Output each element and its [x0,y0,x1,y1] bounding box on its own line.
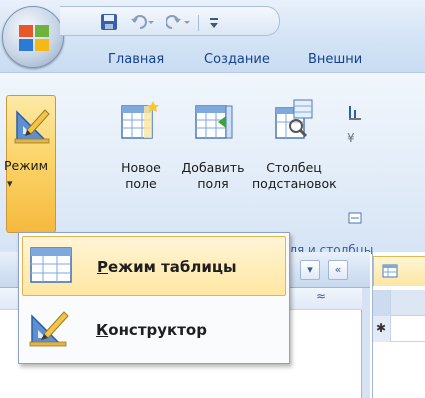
ribbon-tabs: Главная Создание Внешни [0,48,425,72]
table-tab-icon [382,264,398,278]
nav-collapse-icon[interactable]: « [328,260,348,280]
record-selector[interactable]: ✱ [373,316,391,342]
menu-item-datasheet-label: Режим таблицы [97,258,237,276]
format-icon[interactable]: ¥ [346,128,364,146]
save-icon[interactable] [100,13,118,31]
qat-separator [198,15,199,31]
text-format-icon[interactable] [346,104,364,122]
table-new-column-icon [121,101,159,139]
customize-qat-icon[interactable] [208,13,220,31]
datasheet-view-icon [30,247,72,283]
table-add-fields-icon [195,105,233,139]
redo-icon[interactable] [166,13,192,31]
design-view-icon [29,311,69,347]
new-record-icon: ✱ [376,321,387,335]
tab-home[interactable]: Главная [108,48,164,72]
undo-icon[interactable] [130,13,156,31]
chevron-up-icon[interactable]: ≈ [316,289,326,303]
add-fields-label-2: поля [197,176,229,191]
grid-header-row [373,290,425,316]
new-field-label-1: Новое [121,160,161,175]
quick-access-toolbar [60,6,280,36]
nav-dropdown-icon[interactable]: ▾ [300,260,320,280]
lookup-column-button[interactable]: Столбец подстановок [252,99,337,230]
svg-text:¥: ¥ [347,131,355,145]
mode-button[interactable]: Режим ▾ [4,95,56,233]
menu-item-design-view[interactable]: Конструктор [22,300,286,360]
add-fields-label-1: Добавить [181,160,245,175]
mode-button-label: Режим [4,158,49,173]
rename-icon[interactable] [348,210,364,226]
document-tab[interactable] [373,256,425,286]
lookup-column-label-2: подстановок [252,176,337,191]
tab-external[interactable]: Внешни [308,48,362,72]
tab-create[interactable]: Создание [204,48,270,72]
table-lookup-icon [275,99,313,139]
document-area: ✱ [372,252,425,398]
add-fields-button[interactable]: Добавить поля [178,100,248,230]
view-dropdown-menu: Режим таблицы Конструктор [18,232,290,364]
new-field-label-2: поле [125,176,157,191]
menu-item-datasheet-view[interactable]: Режим таблицы [22,236,286,296]
menu-item-design-label: Конструктор [96,321,207,339]
ruler-triangle-pencil-icon [14,109,50,144]
new-field-button[interactable]: Новое поле [108,100,174,230]
chevron-down-icon: ▾ [7,177,13,190]
lookup-column-label-1: Столбец [266,160,322,175]
select-all-cell[interactable] [373,290,391,316]
new-record-row[interactable]: ✱ [373,316,425,342]
